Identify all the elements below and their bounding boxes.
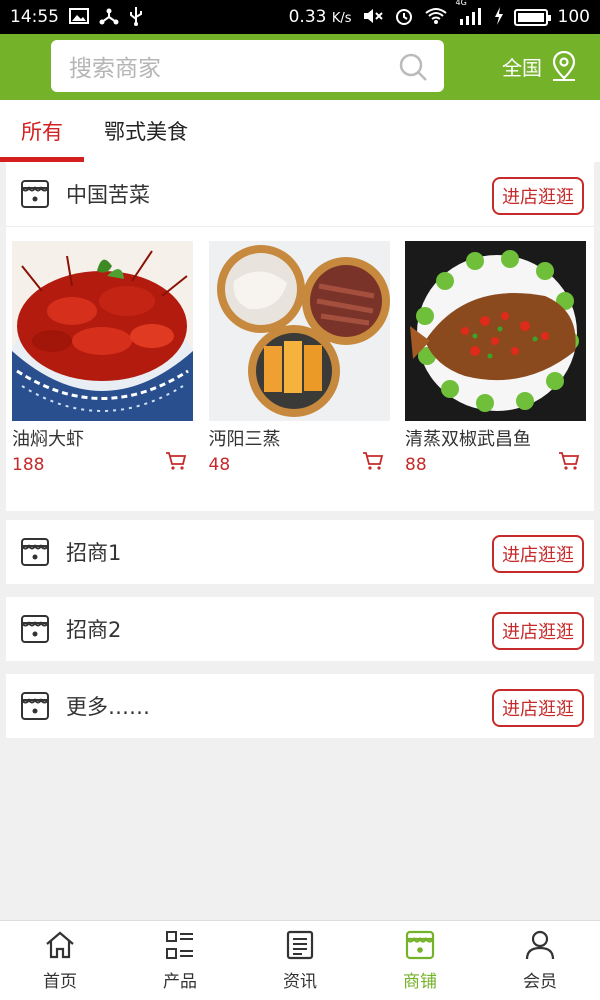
product-image-fish[interactable]: [405, 241, 586, 421]
status-bar: 14:55 0.33 K/s 4G 100: [0, 0, 600, 34]
product-image-steamed[interactable]: [208, 241, 390, 421]
store-name: 中国苦菜: [66, 183, 150, 207]
product-image-crayfish[interactable]: [12, 241, 193, 421]
bottom-nav: 首页 产品 资讯 商铺 会员: [0, 920, 600, 1000]
store-icon: [21, 180, 49, 208]
store-icon: [21, 615, 49, 643]
header-bar: 搜索商家 全国: [0, 34, 600, 100]
product-item[interactable]: 沔阳三蒸 48: [208, 241, 390, 507]
news-icon: [286, 930, 314, 960]
battery-level: 100: [557, 7, 590, 27]
product-list: 油焖大虾 188 沔阳三蒸 48 清蒸双椒武昌鱼 88: [6, 226, 594, 507]
location-pin-icon: [552, 50, 576, 81]
tab-all[interactable]: 所有: [0, 100, 84, 162]
store-card: 招商2 进店逛逛: [6, 597, 594, 661]
nav-news[interactable]: 资讯: [240, 929, 360, 992]
search-icon[interactable]: [398, 52, 428, 82]
nav-label: 产品: [163, 972, 197, 992]
product-name: 油焖大虾: [12, 429, 84, 450]
grid-list-icon: [166, 931, 193, 959]
store-header[interactable]: 招商2 进店逛逛: [6, 597, 594, 661]
nav-member[interactable]: 会员: [480, 929, 600, 992]
nav-label: 商铺: [403, 972, 437, 992]
user-icon: [525, 930, 555, 960]
store-icon: [405, 930, 435, 960]
product-name: 清蒸双椒武昌鱼: [405, 429, 531, 450]
enter-store-button[interactable]: 进店逛逛: [492, 612, 584, 650]
nav-home[interactable]: 首页: [0, 929, 120, 992]
cellular-signal-icon: 4G: [456, 0, 484, 28]
cart-icon[interactable]: [165, 451, 187, 471]
wifi-icon: [424, 7, 448, 28]
share-network-icon: [99, 7, 119, 28]
clock: 14:55: [10, 7, 59, 27]
charging-icon: [494, 6, 504, 28]
product-item[interactable]: 油焖大虾 188: [12, 241, 193, 507]
enter-store-button[interactable]: 进店逛逛: [492, 689, 584, 727]
battery-icon: [513, 8, 551, 26]
store-header[interactable]: 更多…… 进店逛逛: [6, 674, 594, 738]
enter-store-button[interactable]: 进店逛逛: [492, 535, 584, 573]
network-speed: 0.33 K/s: [288, 7, 352, 27]
image-notification-icon: [69, 7, 89, 27]
region-selector[interactable]: 全国: [502, 48, 578, 84]
nav-label: 资讯: [283, 972, 317, 992]
store-card: 更多…… 进店逛逛: [6, 674, 594, 738]
cart-icon[interactable]: [362, 451, 384, 471]
search-input[interactable]: 搜索商家: [51, 40, 444, 92]
nav-label: 会员: [523, 972, 557, 992]
store-name: 招商1: [66, 541, 122, 565]
search-placeholder: 搜索商家: [69, 56, 161, 82]
mute-icon: [362, 7, 384, 28]
store-icon: [21, 538, 49, 566]
alarm-icon: [394, 6, 414, 29]
enter-store-button[interactable]: 进店逛逛: [492, 177, 584, 215]
region-label: 全国: [502, 55, 542, 80]
home-icon: [46, 931, 74, 959]
product-name: 沔阳三蒸: [208, 429, 281, 450]
store-card: 招商1 进店逛逛: [6, 520, 594, 584]
status-left: 14:55: [10, 6, 143, 29]
category-tabs: 所有 鄂式美食: [0, 100, 600, 162]
store-name: 招商2: [66, 618, 122, 642]
nav-label: 首页: [43, 972, 77, 992]
cart-icon[interactable]: [558, 451, 580, 471]
store-icon: [21, 692, 49, 720]
product-item[interactable]: 清蒸双椒武昌鱼 88: [405, 241, 586, 507]
store-card: 中国苦菜 进店逛逛 油焖大虾 188 沔阳三蒸 48 清蒸双椒武昌鱼 88: [6, 162, 594, 511]
nav-stores[interactable]: 商铺: [360, 929, 480, 992]
store-header[interactable]: 招商1 进店逛逛: [6, 520, 594, 584]
status-right: 0.33 K/s 4G 100: [288, 0, 590, 29]
usb-icon: [129, 6, 143, 29]
nav-products[interactable]: 产品: [120, 929, 240, 992]
tab-hubei-food[interactable]: 鄂式美食: [84, 100, 208, 162]
store-header[interactable]: 中国苦菜 进店逛逛: [6, 162, 594, 226]
store-name: 更多……: [66, 695, 150, 719]
